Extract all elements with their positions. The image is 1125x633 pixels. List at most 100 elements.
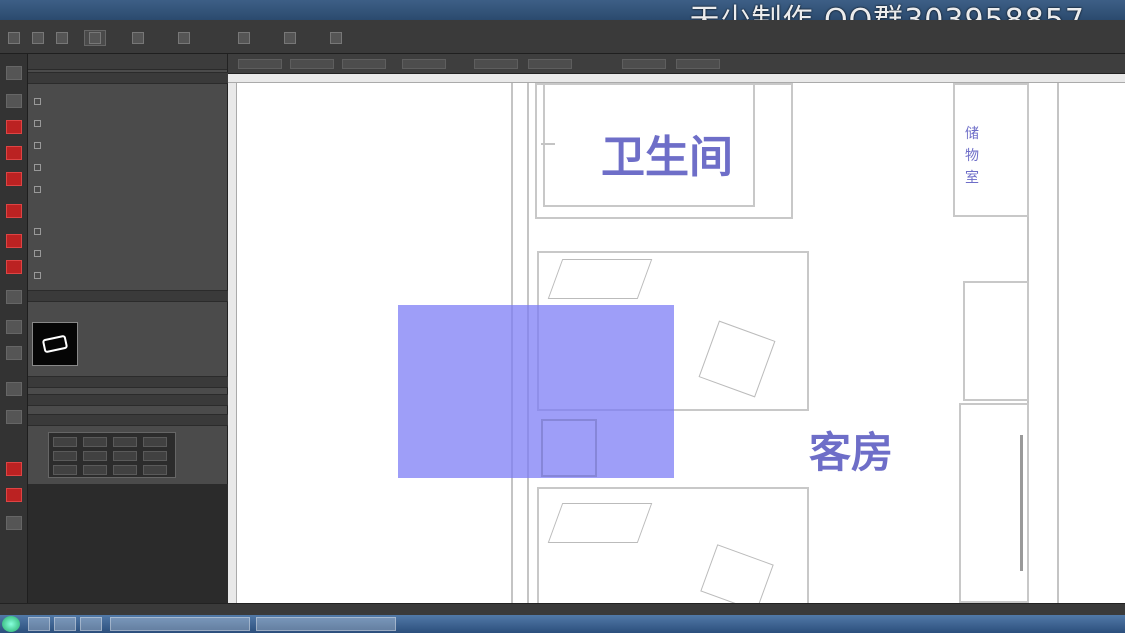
panel-option-row[interactable] <box>34 116 220 130</box>
canvas-scroll-handle[interactable] <box>1020 435 1023 571</box>
grid-cell[interactable] <box>53 437 77 447</box>
vertical-ruler[interactable] <box>228 83 237 603</box>
canvas-tool-item[interactable] <box>238 59 282 69</box>
panel-option-row[interactable] <box>34 246 220 260</box>
tool-icon <box>32 32 44 44</box>
layer-thumbnail[interactable] <box>32 322 78 366</box>
tool-icon[interactable] <box>6 120 22 134</box>
selected-cabinet <box>541 419 597 477</box>
tool-icon[interactable] <box>6 346 22 360</box>
toolbar-button-active[interactable] <box>84 30 106 46</box>
canvas-toolbar <box>228 54 1125 74</box>
tool-icon[interactable] <box>6 66 22 80</box>
door-mark <box>541 143 555 145</box>
tool-icon <box>330 32 342 44</box>
drawing-canvas[interactable]: 卫生间 储物室 客房 <box>237 83 1125 603</box>
tool-icon[interactable] <box>6 290 22 304</box>
grid-cell[interactable] <box>83 465 107 475</box>
right-wall-upper <box>963 281 1029 401</box>
toolbar-button-7[interactable] <box>238 30 250 46</box>
checkbox-icon[interactable] <box>34 271 41 279</box>
checkbox-icon[interactable] <box>34 141 41 149</box>
canvas-tool-item[interactable] <box>290 59 334 69</box>
bed-fixture <box>547 259 653 299</box>
panel-section-bar <box>28 394 228 406</box>
panel-option-row[interactable] <box>34 224 220 238</box>
grid-cell[interactable] <box>113 451 137 461</box>
taskbar-app[interactable] <box>256 617 396 631</box>
toolbar-button-2[interactable] <box>32 30 44 46</box>
tool-icon[interactable] <box>6 260 22 274</box>
toolbar-button-1[interactable] <box>8 30 20 46</box>
tool-icon[interactable] <box>6 488 22 502</box>
checkbox-icon[interactable] <box>34 97 41 105</box>
tool-icon[interactable] <box>6 146 22 160</box>
tool-icon <box>238 32 250 44</box>
taskbar-app[interactable] <box>80 617 102 631</box>
grid-cell[interactable] <box>53 451 77 461</box>
title-bar: 天少制作 QQ群303958857 <box>0 0 1125 38</box>
empty-panel-area <box>28 484 228 603</box>
canvas-tool-item[interactable] <box>342 59 386 69</box>
properties-panel <box>28 54 228 484</box>
tool-icon[interactable] <box>6 94 22 108</box>
canvas-tool-item[interactable] <box>528 59 572 69</box>
canvas-tool-item[interactable] <box>622 59 666 69</box>
panel-header <box>28 54 227 70</box>
canvas-tool-item[interactable] <box>402 59 446 69</box>
panel-option-row[interactable] <box>34 182 220 196</box>
right-wall-lower <box>959 403 1029 603</box>
tool-icon <box>56 32 68 44</box>
tool-icon <box>132 32 144 44</box>
bed-fixture <box>547 503 653 543</box>
grid-cell[interactable] <box>113 437 137 447</box>
selection-rectangle[interactable] <box>398 305 674 478</box>
tool-icon[interactable] <box>6 204 22 218</box>
tool-icon <box>8 32 20 44</box>
tool-icon[interactable] <box>6 172 22 186</box>
tool-icon[interactable] <box>6 320 22 334</box>
taskbar-app-active[interactable] <box>110 617 250 631</box>
grid-cell[interactable] <box>143 465 167 475</box>
toolbar-button-5[interactable] <box>132 30 144 46</box>
checkbox-icon[interactable] <box>34 227 41 235</box>
checkbox-icon[interactable] <box>34 119 41 127</box>
canvas-tool-item[interactable] <box>474 59 518 69</box>
toolbar-button-6[interactable] <box>178 30 190 46</box>
panel-section-bar <box>28 414 228 426</box>
toolbar-button-8[interactable] <box>284 30 296 46</box>
panel-option-row[interactable] <box>34 160 220 174</box>
panel-section-bar <box>28 376 228 388</box>
grid-cell[interactable] <box>143 451 167 461</box>
tool-icon[interactable] <box>6 234 22 248</box>
tool-icon[interactable] <box>6 462 22 476</box>
start-orb-icon[interactable] <box>2 616 20 632</box>
taskbar-app[interactable] <box>54 617 76 631</box>
panel-option-row[interactable] <box>34 268 220 282</box>
checkbox-icon[interactable] <box>34 249 41 257</box>
canvas-tool-item[interactable] <box>676 59 720 69</box>
taskbar <box>0 615 1125 633</box>
panel-option-row[interactable] <box>34 94 220 108</box>
app-window: 天少制作 QQ群303958857 天少 <box>0 0 1125 633</box>
checkbox-icon[interactable] <box>34 163 41 171</box>
toolbar-button-9[interactable] <box>330 30 342 46</box>
horizontal-ruler[interactable] <box>228 74 1125 83</box>
panel-option-row[interactable] <box>34 138 220 152</box>
grid-cell[interactable] <box>83 437 107 447</box>
guest-room-label: 客房 <box>809 428 894 477</box>
grid-cell[interactable] <box>113 465 137 475</box>
tool-icon[interactable] <box>6 516 22 530</box>
toolbar-button-3[interactable] <box>56 30 68 46</box>
side-room-label: 储物室 <box>965 126 979 186</box>
tool-icon[interactable] <box>6 410 22 424</box>
taskbar-app[interactable] <box>28 617 50 631</box>
checkbox-icon[interactable] <box>34 185 41 193</box>
tool-strip <box>0 54 28 603</box>
grid-cell[interactable] <box>53 465 77 475</box>
tool-icon[interactable] <box>6 382 22 396</box>
grid-cell[interactable] <box>143 437 167 447</box>
tool-icon <box>89 32 101 44</box>
grid-cell[interactable] <box>83 451 107 461</box>
panel-section-bar <box>28 72 228 84</box>
